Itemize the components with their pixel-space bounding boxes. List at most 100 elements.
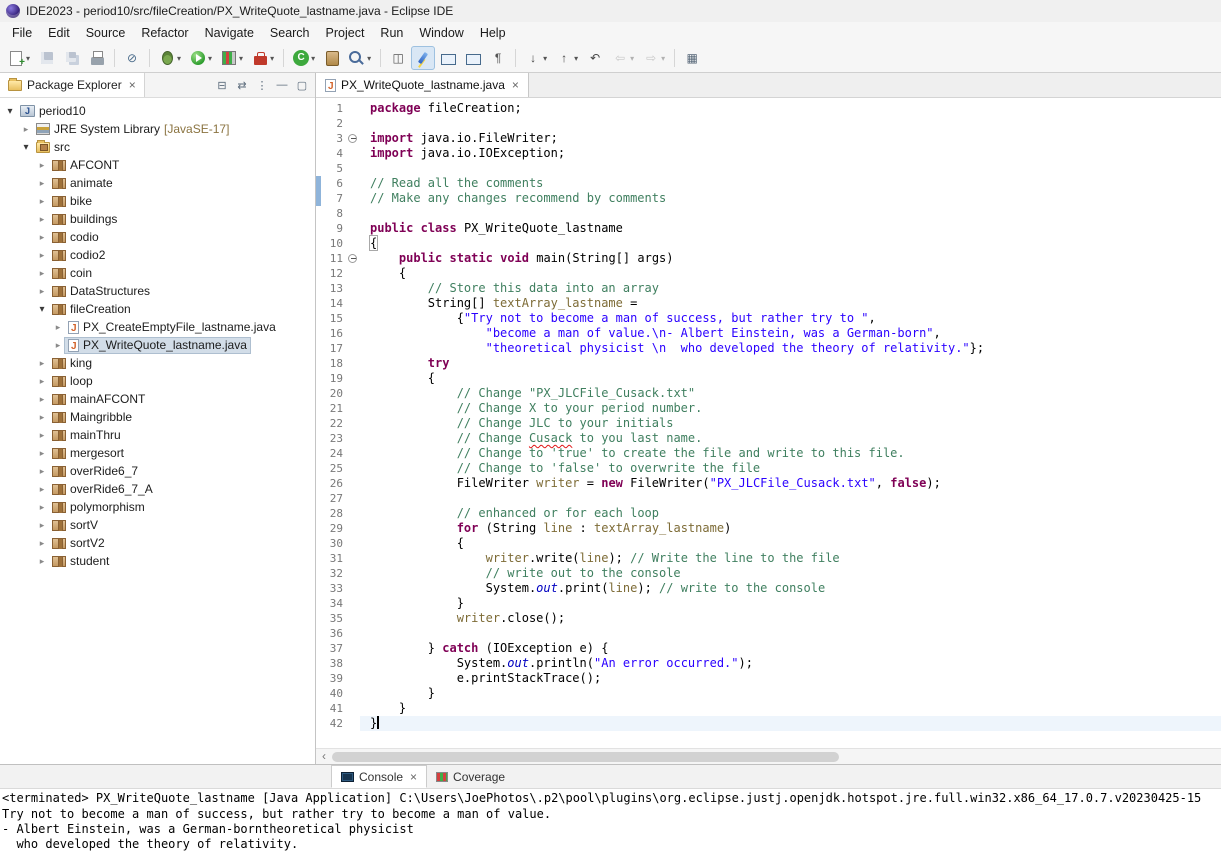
code-line-2[interactable]: 2 xyxy=(316,116,1221,131)
code-line-7[interactable]: 7// Make any changes recommend by commen… xyxy=(316,191,1221,206)
code-line-30[interactable]: 30 { xyxy=(316,536,1221,551)
expand-arrow-icon[interactable]: ▸ xyxy=(36,448,48,459)
close-console-icon[interactable]: × xyxy=(410,770,417,784)
show-console-button[interactable] xyxy=(461,46,485,70)
menu-run[interactable]: Run xyxy=(372,24,411,42)
expand-arrow-icon[interactable]: ▸ xyxy=(36,376,48,387)
expand-arrow-icon[interactable]: ▸ xyxy=(36,214,48,225)
tree-item-codio2[interactable]: ▸codio2 xyxy=(0,246,315,264)
expand-arrow-icon[interactable]: ▸ xyxy=(36,286,48,297)
menu-file[interactable]: File xyxy=(4,24,40,42)
expand-arrow-icon[interactable]: ▸ xyxy=(36,484,48,495)
fold-collapse-icon[interactable] xyxy=(347,251,360,266)
scroll-left-icon[interactable]: ‹ xyxy=(316,749,332,764)
code-line-8[interactable]: 8 xyxy=(316,206,1221,221)
expand-arrow-icon[interactable]: ▸ xyxy=(36,502,48,513)
expand-arrow-icon[interactable]: ▸ xyxy=(36,538,48,549)
jar-export-button[interactable] xyxy=(320,46,344,70)
code-line-22[interactable]: 22 // Change JLC to your initials xyxy=(316,416,1221,431)
mark-occurrences-button[interactable] xyxy=(411,46,435,70)
dropdown-arrow-icon[interactable]: ▾ xyxy=(270,54,274,63)
maximize-button[interactable]: ▢ xyxy=(293,76,311,94)
search-button[interactable]: ▾ xyxy=(345,46,375,70)
expand-arrow-icon[interactable]: ▸ xyxy=(36,178,48,189)
external-tools-button[interactable]: ▾ xyxy=(248,46,278,70)
dropdown-arrow-icon[interactable]: ▾ xyxy=(208,54,212,63)
next-annotation-button[interactable]: ↓▾ xyxy=(521,46,551,70)
tree-item-student[interactable]: ▸student xyxy=(0,552,315,570)
collapse-arrow-icon[interactable]: ▾ xyxy=(36,304,48,315)
code-line-18[interactable]: 18 try xyxy=(316,356,1221,371)
code-line-27[interactable]: 27 xyxy=(316,491,1221,506)
save-all-button[interactable] xyxy=(60,46,84,70)
expand-arrow-icon[interactable]: ▸ xyxy=(36,232,48,243)
tree-item-override6-7[interactable]: ▸overRide6_7 xyxy=(0,462,315,480)
tree-item-mainthru[interactable]: ▸mainThru xyxy=(0,426,315,444)
code-line-31[interactable]: 31 writer.write(line); // Write the line… xyxy=(316,551,1221,566)
code-line-6[interactable]: 6// Read all the comments xyxy=(316,176,1221,191)
skip-all-breakpoints-button[interactable]: ⊘ xyxy=(120,46,144,70)
collapse-all-button[interactable]: ⊟ xyxy=(213,76,231,94)
previous-annotation-button[interactable]: ↑▾ xyxy=(552,46,582,70)
link-with-editor-button[interactable]: ⇄ xyxy=(233,76,251,94)
code-line-14[interactable]: 14 String[] textArray_lastname = xyxy=(316,296,1221,311)
last-edit-location-button[interactable]: ↶ xyxy=(583,46,607,70)
code-line-13[interactable]: 13 // Store this data into an array xyxy=(316,281,1221,296)
fold-collapse-icon[interactable] xyxy=(347,131,360,146)
expand-arrow-icon[interactable]: ▸ xyxy=(36,520,48,531)
code-line-17[interactable]: 17 "theoretical physicist \n who develop… xyxy=(316,341,1221,356)
expand-arrow-icon[interactable]: ▸ xyxy=(20,124,32,135)
code-line-23[interactable]: 23 // Change Cusack to you last name. xyxy=(316,431,1221,446)
code-line-38[interactable]: 38 System.out.println("An error occurred… xyxy=(316,656,1221,671)
package-explorer-tab[interactable]: Package Explorer × xyxy=(0,73,145,97)
tree-item-bike[interactable]: ▸bike xyxy=(0,192,315,210)
menu-help[interactable]: Help xyxy=(472,24,514,42)
code-line-10[interactable]: 10{ xyxy=(316,236,1221,251)
code-line-16[interactable]: 16 "become a man of value.\n- Albert Ein… xyxy=(316,326,1221,341)
tree-item-px-createemptyfile-lastname-java[interactable]: ▸PX_CreateEmptyFile_lastname.java xyxy=(0,318,315,336)
menu-window[interactable]: Window xyxy=(411,24,471,42)
debug-button[interactable]: ▾ xyxy=(155,46,185,70)
expand-arrow-icon[interactable]: ▸ xyxy=(36,160,48,171)
tree-item-king[interactable]: ▸king xyxy=(0,354,315,372)
tree-item-polymorphism[interactable]: ▸polymorphism xyxy=(0,498,315,516)
code-line-15[interactable]: 15 {"Try not to become a man of success,… xyxy=(316,311,1221,326)
code-line-32[interactable]: 32 // write out to the console xyxy=(316,566,1221,581)
code-line-35[interactable]: 35 writer.close(); xyxy=(316,611,1221,626)
menu-refactor[interactable]: Refactor xyxy=(133,24,196,42)
code-line-28[interactable]: 28 // enhanced or for each loop xyxy=(316,506,1221,521)
menu-search[interactable]: Search xyxy=(262,24,318,42)
code-line-1[interactable]: 1package fileCreation; xyxy=(316,101,1221,116)
run-button[interactable]: ▾ xyxy=(186,46,216,70)
tree-item-buildings[interactable]: ▸buildings xyxy=(0,210,315,228)
tree-item-afcont[interactable]: ▸AFCONT xyxy=(0,156,315,174)
expand-arrow-icon[interactable]: ▸ xyxy=(36,430,48,441)
code-line-21[interactable]: 21 // Change X to your period number. xyxy=(316,401,1221,416)
code-line-42[interactable]: 42} xyxy=(316,716,1221,731)
code-line-39[interactable]: 39 e.printStackTrace(); xyxy=(316,671,1221,686)
tree-item-px-writequote-lastname-java[interactable]: ▸PX_WriteQuote_lastname.java xyxy=(0,336,315,354)
tree-item-sortv[interactable]: ▸sortV xyxy=(0,516,315,534)
show-whitespace-button[interactable]: ¶ xyxy=(486,46,510,70)
dropdown-arrow-icon[interactable]: ▾ xyxy=(661,54,665,63)
back-button[interactable]: ⇦▾ xyxy=(608,46,638,70)
code-line-12[interactable]: 12 { xyxy=(316,266,1221,281)
tree-item-mainafcont[interactable]: ▸mainAFCONT xyxy=(0,390,315,408)
collapse-arrow-icon[interactable]: ▾ xyxy=(4,106,16,117)
dropdown-arrow-icon[interactable]: ▾ xyxy=(574,54,578,63)
tree-item-filecreation[interactable]: ▾fileCreation xyxy=(0,300,315,318)
collapse-arrow-icon[interactable]: ▾ xyxy=(20,142,32,153)
menu-navigate[interactable]: Navigate xyxy=(197,24,262,42)
code-line-40[interactable]: 40 } xyxy=(316,686,1221,701)
code-line-19[interactable]: 19 { xyxy=(316,371,1221,386)
code-line-29[interactable]: 29 for (String line : textArray_lastname… xyxy=(316,521,1221,536)
menu-project[interactable]: Project xyxy=(318,24,373,42)
expand-arrow-icon[interactable]: ▸ xyxy=(36,466,48,477)
dropdown-arrow-icon[interactable]: ▾ xyxy=(26,54,30,63)
tree-item-mergesort[interactable]: ▸mergesort xyxy=(0,444,315,462)
expand-arrow-icon[interactable]: ▸ xyxy=(52,340,64,351)
forward-button[interactable]: ⇨▾ xyxy=(639,46,669,70)
console-tab-coverage[interactable]: Coverage xyxy=(427,765,514,788)
dropdown-arrow-icon[interactable]: ▾ xyxy=(239,54,243,63)
code-line-41[interactable]: 41 } xyxy=(316,701,1221,716)
